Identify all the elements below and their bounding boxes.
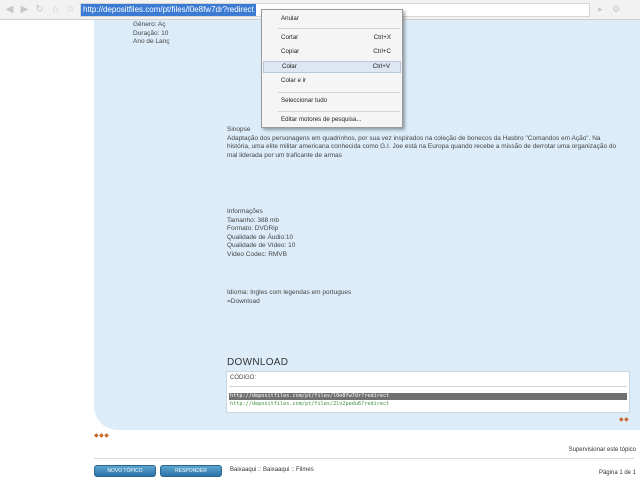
info-section: Informações Tamanho: 388 mb Formato: DVD… [227, 208, 637, 260]
supervise-topic-link[interactable]: Supervisionar este tópico [569, 447, 636, 453]
up-down-arrows-icon[interactable]: ◆◆ [619, 416, 629, 423]
page-number: Página 1 de 1 [598, 470, 636, 476]
reload-icon[interactable]: ↻ [34, 4, 45, 15]
home-icon[interactable]: ⌂ [50, 4, 61, 15]
menu-item-paste[interactable]: Colar Ctrl+V [263, 61, 401, 73]
divider [278, 111, 400, 112]
new-topic-button[interactable]: NOVO TÓPICO [94, 465, 156, 477]
forward-arrow-icon[interactable]: ▶ [19, 4, 30, 15]
star-icon[interactable]: ☆ [65, 4, 76, 15]
code-link[interactable]: http://depositfiles.com/pt/files/2lv2ped… [229, 401, 627, 408]
menu-item-shortcut: Ctrl+V [372, 63, 390, 70]
code-box: CÓDIGO: http://depositfiles.com/pt/files… [226, 371, 630, 413]
tools-menu-icon[interactable]: ⚙ [612, 4, 620, 15]
code-link-selected[interactable]: http://depositfiles.com/pt/files/l0e8fw7… [229, 393, 627, 400]
context-menu: Anular Cortar Ctrl+X Copiar Ctrl+C Colar… [261, 9, 403, 128]
menu-item-label: Editar motores de pesquisa... [281, 116, 362, 123]
info-line: Qualidade de Áudio:10 [227, 233, 294, 241]
menu-item-undo[interactable]: Anular [263, 13, 401, 25]
synopsis-section: Sinopse Adaptação dos personagens em qua… [227, 126, 637, 160]
reply-button[interactable]: RESPONDER [160, 465, 222, 477]
menu-item-label: Cortar [281, 34, 299, 41]
code-label: CÓDIGO: [230, 375, 257, 381]
menu-item-shortcut: Ctrl+C [373, 48, 391, 55]
menu-item-shortcut: Ctrl+X [373, 34, 391, 41]
divider [229, 386, 627, 387]
menu-item-edit-search-engines[interactable]: Editar motores de pesquisa... [263, 114, 401, 126]
language-line: Idioma: Ingles com legendas em portugues [227, 289, 352, 296]
menu-item-cut[interactable]: Cortar Ctrl+X [263, 32, 401, 44]
language-section: Idioma: Ingles com legendas em portugues… [227, 289, 637, 306]
info-line: Formato: DVDRip [227, 225, 279, 233]
menu-item-label: Anular [281, 15, 299, 22]
menu-item-copy[interactable]: Copiar Ctrl+C [263, 46, 401, 58]
breadcrumb[interactable]: Baixaaqui :: Baixaaqui :: Filmes [230, 467, 314, 473]
synopsis-line: mal liderada por um traficante de armas [227, 151, 342, 159]
download-heading: DOWNLOAD [227, 357, 289, 368]
info-title: Informações [227, 208, 263, 215]
menu-item-label: Seleccionar tudo [281, 97, 328, 104]
menu-item-select-all[interactable]: Seleccionar tudo [263, 95, 401, 107]
address-bar-url[interactable]: http://depositfiles.com/pt/files/l0e8fw7… [81, 4, 256, 16]
menu-item-label: Colar [282, 63, 297, 70]
divider [278, 92, 400, 93]
info-line: Qualidade de Vídeo: 10 [227, 242, 296, 250]
menu-item-label: Copiar [281, 48, 300, 55]
menu-item-label: Colar e ir [281, 77, 307, 84]
back-arrow-icon[interactable]: ◀ [4, 4, 15, 15]
menu-item-paste-and-go[interactable]: Colar e ir [263, 75, 401, 87]
divider [94, 458, 634, 459]
info-line: Tamanho: 388 mb [227, 216, 280, 224]
synopsis-line: história, uma elite militar americana co… [227, 143, 617, 151]
synopsis-line: Adaptação dos personagens em quadrinhos,… [227, 134, 601, 142]
download-link[interactable]: =Download [227, 298, 637, 307]
page-menu-icon[interactable]: ▸ [598, 4, 603, 15]
nav-arrows-icon[interactable]: ◆◆◆ [94, 432, 109, 439]
info-line: Vídeo Codec: RMVB [227, 250, 287, 258]
divider [278, 28, 400, 29]
